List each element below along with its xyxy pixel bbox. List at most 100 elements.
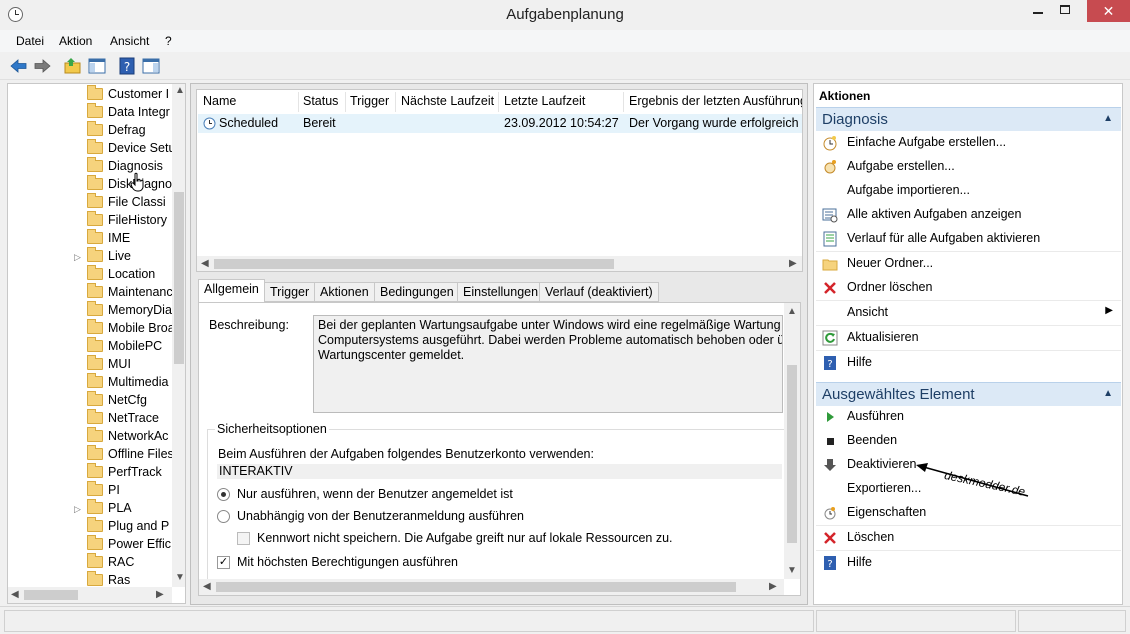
back-arrow-icon[interactable] xyxy=(9,56,29,76)
tab-einstellungen[interactable]: Einstellungen xyxy=(457,282,545,302)
column-header-status[interactable]: Status xyxy=(303,94,338,108)
tree-item[interactable]: RAC xyxy=(8,553,173,572)
checkbox-highest-privileges-label[interactable]: Mit höchsten Berechtigungen ausführen xyxy=(237,555,458,569)
tab-aktionen[interactable]: Aktionen xyxy=(314,282,375,302)
scroll-left-icon[interactable]: ◀ xyxy=(201,258,209,269)
list-horizontal-scrollbar[interactable]: ◀ ▶ xyxy=(197,256,802,271)
action-new-folder[interactable]: Neuer Ordner... xyxy=(816,253,1121,275)
scroll-thumb[interactable] xyxy=(24,590,78,600)
tree-item[interactable]: Device Setu xyxy=(8,139,175,158)
tree-item[interactable]: DiskDiagno xyxy=(8,175,173,194)
tree-item[interactable]: Diagnosis xyxy=(8,157,173,176)
tree-item[interactable]: NetCfg xyxy=(8,391,173,410)
tree-item[interactable]: MobilePC xyxy=(8,337,173,356)
tree-item[interactable]: MemoryDia xyxy=(8,301,173,320)
tree-item[interactable]: Data Integr xyxy=(8,103,173,122)
scroll-right-icon[interactable]: ▶ xyxy=(156,589,164,600)
maximize-button[interactable] xyxy=(1052,0,1078,22)
expand-arrow-icon[interactable]: ▷ xyxy=(74,252,81,263)
action-refresh[interactable]: Aktualisieren xyxy=(816,327,1121,349)
scroll-right-icon[interactable]: ▶ xyxy=(789,258,797,269)
action-create-task[interactable]: Aufgabe erstellen... xyxy=(816,156,1121,178)
collapse-icon[interactable]: ▲ xyxy=(1103,388,1113,399)
radio-independent[interactable] xyxy=(217,510,230,523)
scroll-down-icon[interactable]: ▼ xyxy=(787,565,797,576)
tree-item[interactable]: Mobile Broa xyxy=(8,319,175,338)
action-delete[interactable]: Löschen xyxy=(816,527,1121,549)
help-icon[interactable]: ? xyxy=(117,56,137,76)
section-selected-item[interactable]: Ausgewähltes Element ▲ xyxy=(816,382,1121,406)
menu-ansicht[interactable]: Ansicht xyxy=(110,34,149,48)
tree-item[interactable]: Customer I xyxy=(8,85,173,104)
tree-item[interactable]: PI xyxy=(8,481,173,500)
description-field[interactable]: Bei der geplanten Wartungsaufgabe unter … xyxy=(313,315,783,413)
tree-item[interactable]: PerfTrack xyxy=(8,463,173,482)
scroll-thumb[interactable] xyxy=(214,259,614,269)
tab-verlauf[interactable]: Verlauf (deaktiviert) xyxy=(539,282,659,302)
action-import-task[interactable]: Aufgabe importieren... xyxy=(816,180,1121,202)
tree-item[interactable]: NetTrace xyxy=(8,409,173,428)
tab-bedingungen[interactable]: Bedingungen xyxy=(374,282,460,302)
tree-item[interactable]: MUI xyxy=(8,355,173,374)
tree-horizontal-scrollbar[interactable]: ◀ ▶ xyxy=(8,587,172,603)
action-view-submenu[interactable]: Ansicht ▶ xyxy=(816,302,1121,324)
tree-item[interactable]: Maintenanc xyxy=(8,283,173,302)
scroll-thumb[interactable] xyxy=(787,365,797,543)
menu-help[interactable]: ? xyxy=(165,34,172,48)
action-help[interactable]: ? Hilfe xyxy=(816,352,1121,374)
scroll-up-icon[interactable]: ▲ xyxy=(787,306,797,317)
tree-item[interactable]: Defrag xyxy=(8,121,173,140)
action-help-selected[interactable]: ? Hilfe xyxy=(816,552,1121,574)
show-hide-action-pane-icon[interactable] xyxy=(141,56,161,76)
column-header-name[interactable]: Name xyxy=(203,94,236,108)
action-create-basic-task[interactable]: Einfache Aufgabe erstellen... xyxy=(816,132,1121,154)
column-header-next-run[interactable]: Nächste Laufzeit xyxy=(401,94,494,108)
collapse-icon[interactable]: ▲ xyxy=(1103,113,1113,124)
checkbox-no-password-label[interactable]: Kennwort nicht speichern. Die Aufgabe gr… xyxy=(257,531,673,545)
details-vertical-scrollbar[interactable]: ▲ ▼ xyxy=(784,303,800,579)
minimize-button[interactable] xyxy=(1025,0,1051,22)
action-end[interactable]: Beenden xyxy=(816,430,1121,452)
tree-item[interactable]: File Classi xyxy=(8,193,173,212)
scroll-left-icon[interactable]: ◀ xyxy=(11,589,19,600)
details-horizontal-scrollbar[interactable]: ◀ ▶ xyxy=(199,579,784,595)
tree-item[interactable]: ▷ PLA xyxy=(8,499,173,518)
task-list[interactable]: Name Status Trigger Nächste Laufzeit Let… xyxy=(196,89,803,272)
tab-trigger[interactable]: Trigger xyxy=(264,282,316,302)
tree-item[interactable]: Offline Files xyxy=(8,445,174,464)
close-button[interactable]: ✕ xyxy=(1087,0,1130,22)
folder-tree[interactable]: Customer I Data Integr Defrag Device Setu Di… xyxy=(7,83,186,604)
tab-allgemein[interactable]: Allgemein xyxy=(198,279,265,303)
checkbox-no-password[interactable] xyxy=(237,532,250,545)
radio-independent-label[interactable]: Unabhängig von der Benutzeranmeldung aus… xyxy=(237,509,524,523)
radio-logged-on-label[interactable]: Nur ausführen, wenn der Benutzer angemel… xyxy=(237,487,513,501)
scroll-left-icon[interactable]: ◀ xyxy=(203,581,211,592)
column-header-result[interactable]: Ergebnis der letzten Ausführung xyxy=(629,94,802,108)
checkbox-highest-privileges[interactable]: ✓ xyxy=(217,556,230,569)
action-run[interactable]: Ausführen xyxy=(816,406,1121,428)
scroll-thumb[interactable] xyxy=(174,192,184,364)
tree-item[interactable]: Multimedia xyxy=(8,373,173,392)
action-properties[interactable]: Eigenschaften xyxy=(816,502,1121,524)
tree-item[interactable]: Plug and P xyxy=(8,517,173,536)
scroll-thumb[interactable] xyxy=(216,582,736,592)
tree-item[interactable]: NetworkAc xyxy=(8,427,173,446)
folder-up-icon[interactable] xyxy=(63,56,83,76)
menu-datei[interactable]: Datei xyxy=(16,34,44,48)
show-hide-console-tree-icon[interactable] xyxy=(87,56,107,76)
tree-item[interactable]: Location xyxy=(8,265,173,284)
column-header-last-run[interactable]: Letzte Laufzeit xyxy=(504,94,585,108)
tree-item[interactable]: ▷ Live xyxy=(8,247,173,266)
action-delete-folder[interactable]: Ordner löschen xyxy=(816,277,1121,299)
scroll-right-icon[interactable]: ▶ xyxy=(769,581,777,592)
tree-item[interactable]: FileHistory xyxy=(8,211,173,230)
menu-aktion[interactable]: Aktion xyxy=(59,34,92,48)
expand-arrow-icon[interactable]: ▷ xyxy=(74,504,81,515)
radio-logged-on[interactable] xyxy=(217,488,230,501)
scroll-up-icon[interactable]: ▲ xyxy=(175,85,185,96)
tree-item[interactable]: Power Effic xyxy=(8,535,173,554)
tree-vertical-scrollbar[interactable]: ▲ ▼ xyxy=(172,84,185,587)
forward-arrow-icon[interactable] xyxy=(32,56,52,76)
scroll-down-icon[interactable]: ▼ xyxy=(175,572,185,583)
tree-item[interactable]: IME xyxy=(8,229,173,248)
